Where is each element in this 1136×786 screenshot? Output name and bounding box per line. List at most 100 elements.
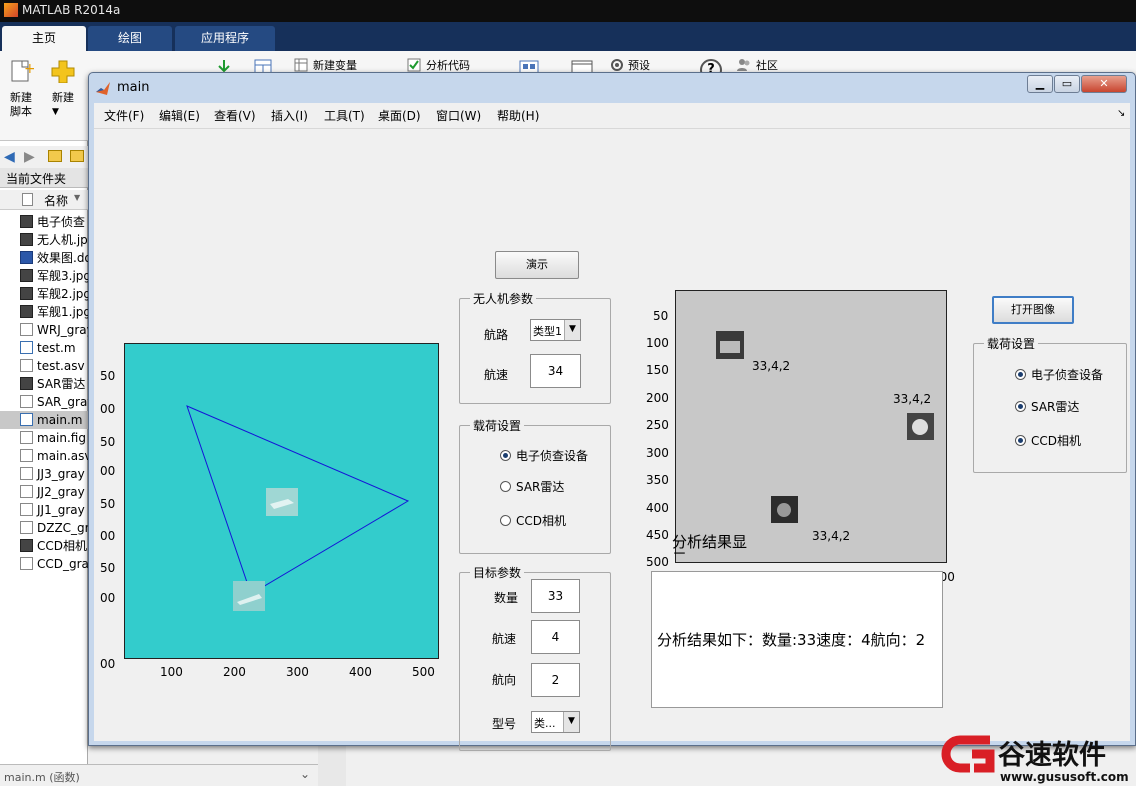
file-item[interactable]: CCD_gray xyxy=(20,555,88,573)
file-name: JJ1_gray xyxy=(37,503,85,517)
menu-tools[interactable]: 工具(T) xyxy=(324,107,365,124)
dropdown-arrow-icon[interactable]: ▼ xyxy=(564,320,580,340)
file-img-icon xyxy=(20,305,33,318)
file-item[interactable]: JJ1_gray xyxy=(20,501,88,519)
model-select[interactable]: 类... ▼ xyxy=(531,711,580,733)
file-doc-icon xyxy=(20,251,33,264)
menu-file[interactable]: 文件(F) xyxy=(104,107,144,124)
gear-icon[interactable] xyxy=(610,58,624,72)
dock-arrow-icon[interactable]: ↘ xyxy=(1117,108,1125,119)
target-label: 33,4,2 xyxy=(752,359,791,373)
heading-input[interactable]: 2 xyxy=(531,663,580,697)
file-name: 电子侦查 xyxy=(37,215,86,229)
y-tick-label: 50 xyxy=(100,369,116,383)
file-item[interactable]: main.fig xyxy=(20,429,88,447)
dropdown-arrow-icon[interactable]: ▼ xyxy=(563,712,579,732)
file-name: SAR_gray xyxy=(37,395,88,409)
file-item[interactable]: JJ3_gray xyxy=(20,465,88,483)
file-item[interactable]: SAR雷达 xyxy=(20,375,88,393)
image-axes[interactable]: 33,4,2 33,4,2 33,4,2 xyxy=(675,290,947,563)
file-item[interactable]: 军舰2.jpg xyxy=(20,285,88,303)
file-name: test.m xyxy=(37,341,76,355)
x-tick-label: 100 xyxy=(160,665,183,679)
route-axes[interactable] xyxy=(124,343,439,659)
radio-label: SAR雷达 xyxy=(1031,400,1080,414)
payload-radio-esm-right[interactable]: 电子侦查设备 xyxy=(1015,366,1103,383)
community-icon[interactable] xyxy=(737,58,751,72)
file-item[interactable]: SAR_gray xyxy=(20,393,88,411)
close-button[interactable]: ✕ xyxy=(1081,75,1127,93)
file-name: WRJ_gray xyxy=(37,323,88,337)
y-tick-label: 50 xyxy=(653,309,669,323)
file-item[interactable]: test.m xyxy=(20,339,88,357)
analyze-code-button[interactable]: 分析代码 xyxy=(426,59,470,73)
menu-help[interactable]: 帮助(H) xyxy=(497,107,539,124)
payload-radio-ccd-right[interactable]: CCD相机 xyxy=(1015,432,1081,449)
file-item[interactable]: JJ2_gray xyxy=(20,483,88,501)
sort-arrow-icon[interactable]: ▼ xyxy=(74,193,80,202)
maximize-button[interactable]: ▭ xyxy=(1054,75,1080,93)
file-item[interactable]: test.asv xyxy=(20,357,88,375)
minimize-button[interactable]: ▁ xyxy=(1027,75,1053,93)
new-icon[interactable] xyxy=(50,59,76,84)
payload-radio-esm[interactable]: 电子侦查设备 xyxy=(500,447,588,464)
community-button[interactable]: 社区 xyxy=(756,59,778,73)
file-file-icon xyxy=(20,521,33,534)
menu-view[interactable]: 查看(V) xyxy=(214,107,256,124)
payload-radio-sar-right[interactable]: SAR雷达 xyxy=(1015,398,1079,415)
payload-left-title: 载荷设置 xyxy=(470,417,525,434)
up-folder-icon[interactable] xyxy=(48,150,62,162)
file-item[interactable]: CCD相机 xyxy=(20,537,88,555)
count-input[interactable]: 33 xyxy=(531,579,580,613)
file-item[interactable]: 效果图.docx xyxy=(20,249,88,267)
file-item[interactable]: 电子侦查 xyxy=(20,213,88,231)
browse-folder-icon[interactable] xyxy=(70,150,84,162)
radio-label: SAR雷达 xyxy=(516,480,565,494)
payload-radio-ccd[interactable]: CCD相机 xyxy=(500,512,566,529)
back-arrow-icon[interactable]: ◀ xyxy=(4,149,15,165)
file-name: main.m xyxy=(37,413,83,427)
ribbon-tab-row: 主页 绘图 应用程序 xyxy=(0,22,1136,51)
preferences-button[interactable]: 预设 xyxy=(628,59,650,73)
model-label: 型号 xyxy=(492,717,517,731)
uav-speed-input[interactable]: 34 xyxy=(530,354,581,388)
route-select-value: 类型1 xyxy=(533,325,562,338)
route-select[interactable]: 类型1 ▼ xyxy=(530,319,581,341)
menu-edit[interactable]: 编辑(E) xyxy=(159,107,200,124)
file-file-icon xyxy=(20,557,33,570)
new-script-icon[interactable]: + xyxy=(8,59,36,83)
y-tick-label: 350 xyxy=(646,473,669,487)
forward-arrow-icon[interactable]: ▶ xyxy=(24,149,35,165)
new-variable-icon[interactable] xyxy=(294,58,308,72)
file-item[interactable]: 军舰1.jpg xyxy=(20,303,88,321)
name-column-label[interactable]: 名称 xyxy=(44,192,68,209)
menu-insert[interactable]: 插入(I) xyxy=(271,107,308,124)
payload-panel-left: 载荷设置 电子侦查设备 SAR雷达 CCD相机 xyxy=(459,417,611,554)
menu-window[interactable]: 窗口(W) xyxy=(436,107,481,124)
file-item[interactable]: main.m xyxy=(0,411,88,429)
y-tick-label: 450 xyxy=(646,528,669,542)
new-variable-button[interactable]: 新建变量 xyxy=(313,59,357,73)
demo-button[interactable]: 演示 xyxy=(495,251,579,279)
file-name: CCD_gray xyxy=(37,557,88,571)
open-image-button[interactable]: 打开图像 xyxy=(992,296,1074,324)
menu-desktop[interactable]: 桌面(D) xyxy=(378,107,421,124)
file-item[interactable]: main.asv xyxy=(20,447,88,465)
payload-right-title: 载荷设置 xyxy=(984,335,1039,352)
file-item[interactable]: WRJ_gray xyxy=(20,321,88,339)
figure-content: 100 200 300 400 500 50 00 50 00 50 00 50 00 00 演示 无人机… xyxy=(94,129,1130,751)
target-speed-input[interactable]: 4 xyxy=(531,620,580,654)
file-name: 效果图.docx xyxy=(37,251,88,265)
file-item[interactable]: 军舰3.jpg xyxy=(20,267,88,285)
file-item[interactable]: 无人机.jpg xyxy=(20,231,88,249)
new-script-button[interactable]: 新建 脚本 xyxy=(4,91,38,119)
analyze-code-icon[interactable] xyxy=(407,58,421,72)
tab-apps[interactable]: 应用程序 xyxy=(175,26,275,51)
payload-radio-sar[interactable]: SAR雷达 xyxy=(500,478,564,495)
tab-home[interactable]: 主页 xyxy=(2,26,86,51)
new-button[interactable]: 新建 xyxy=(46,91,80,105)
file-item[interactable]: DZZC_gray xyxy=(20,519,88,537)
tab-plots[interactable]: 绘图 xyxy=(88,26,172,51)
dropdown-arrow-icon[interactable]: ▼ xyxy=(52,107,59,117)
chevron-down-icon[interactable]: ⌄ xyxy=(300,767,310,781)
